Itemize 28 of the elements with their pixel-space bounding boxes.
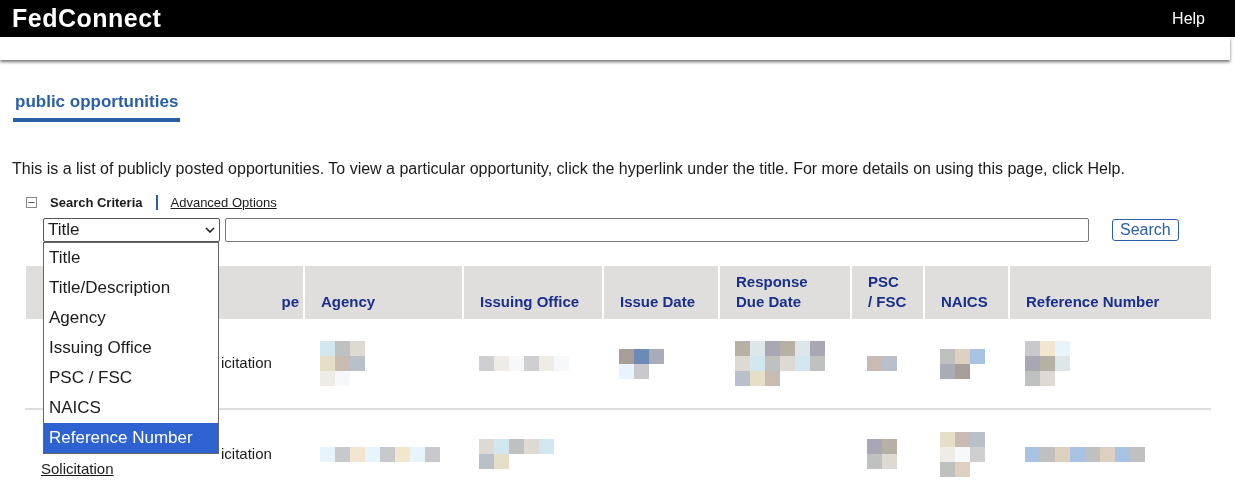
dropdown-option[interactable]: NAICS (44, 393, 218, 423)
dropdown-option[interactable]: Title (44, 243, 218, 273)
redacted-text-drawing (940, 348, 985, 379)
redacted-text-drawing (867, 439, 897, 469)
redacted-text-drawing (940, 431, 985, 477)
dropdown-option[interactable]: PSC / FSC (44, 363, 218, 393)
table-cell: icitation (221, 354, 272, 372)
intro-text: This is a list of publicly posted opportunities. To view a particular opportunity, click the hyperlink under the title. For more details on using this page, click Help. (12, 158, 1126, 179)
caret-icon (205, 227, 215, 233)
help-link[interactable]: Help (1172, 6, 1205, 31)
dropdown-option[interactable]: Reference Number (44, 423, 218, 453)
table-cell: icitation (221, 444, 272, 462)
search-criteria-label: Search Criteria (50, 193, 143, 212)
search-field[interactable] (225, 218, 1089, 242)
advanced-options-link[interactable]: Advanced Options (170, 192, 277, 212)
dropdown-option[interactable]: Agency (44, 303, 218, 333)
redacted-text-drawing (619, 348, 664, 379)
redacted-text-drawing (867, 356, 897, 371)
dropdown-option[interactable]: Title/Description (44, 273, 218, 303)
dropdown-option[interactable]: Issuing Office (44, 333, 218, 363)
field-select[interactable]: Title (43, 218, 220, 242)
redacted-text-drawing (320, 341, 365, 386)
collapse-icon[interactable] (26, 196, 37, 208)
search-button[interactable]: Search (1112, 219, 1179, 241)
column-header[interactable]: pe (222, 291, 299, 311)
site-logo[interactable]: FedConnect (12, 6, 162, 31)
page-title: public opportunities (13, 89, 181, 122)
redacted-text-drawing (1025, 341, 1070, 386)
